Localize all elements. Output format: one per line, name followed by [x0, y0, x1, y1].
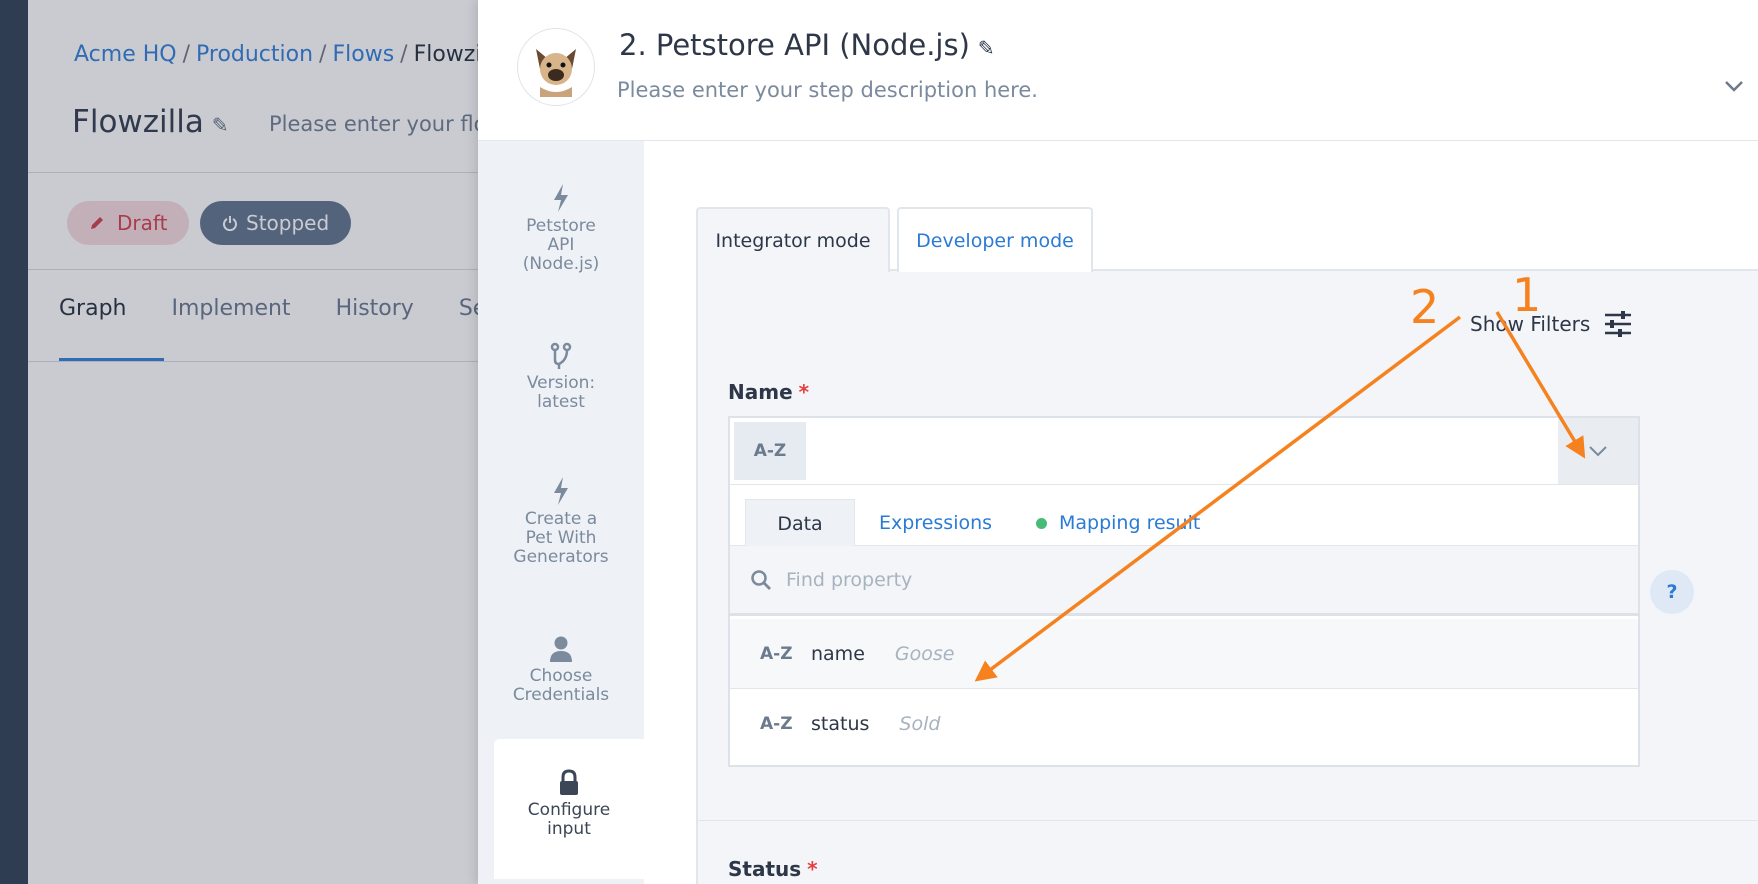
name-field-label: Name *: [728, 380, 810, 404]
divider: [696, 820, 1758, 821]
bolt-icon: [554, 477, 568, 505]
tab-developer-mode[interactable]: Developer mode: [897, 207, 1093, 272]
required-asterisk: *: [798, 380, 810, 404]
chevron-down-icon[interactable]: [1723, 76, 1745, 96]
step-item-create-pet[interactable]: Create a Pet With Generators: [478, 476, 644, 567]
branch-icon: [550, 342, 572, 369]
dog-logo-icon: [536, 49, 576, 97]
step-description[interactable]: Please enter your step description here.: [617, 78, 1038, 102]
edit-pencil-icon[interactable]: ✎: [978, 36, 995, 60]
property-row-status[interactable]: A-Z status Sold: [730, 689, 1638, 759]
tab-expressions[interactable]: Expressions: [879, 499, 992, 547]
step-drawer: 2. Petstore API (Node.js) ✎ Please enter …: [478, 0, 1758, 884]
step-sidebar: Petstore API (Node.js) Version: latest Crea…: [478, 141, 644, 884]
find-property-input[interactable]: [786, 568, 1546, 591]
tab-data[interactable]: Data: [745, 499, 855, 547]
name-value-input[interactable]: [810, 418, 1554, 484]
user-icon: [550, 636, 572, 662]
search-icon: [751, 569, 771, 590]
property-search: [730, 546, 1638, 616]
app-nav-rail: [0, 0, 28, 884]
property-key: status: [811, 713, 870, 735]
mapper-tabs: Data Expressions Mapping result: [730, 484, 1638, 547]
property-type: A-Z: [760, 643, 793, 664]
required-asterisk: *: [807, 857, 818, 881]
step-item-version[interactable]: Version: latest: [478, 342, 644, 412]
show-filters-button[interactable]: Show Filters: [1470, 311, 1632, 337]
show-filters-label: Show Filters: [1470, 312, 1591, 336]
property-sample: Goose: [894, 642, 955, 665]
bolt-icon: [554, 184, 568, 212]
component-avatar: [517, 28, 595, 106]
property-row-name[interactable]: A-Z name Goose: [730, 619, 1638, 689]
chevron-down-icon: [1589, 446, 1607, 457]
property-type: A-Z: [760, 714, 793, 734]
lock-icon: [560, 769, 578, 795]
property-sample: Sold: [899, 713, 941, 735]
step-item-choose-credentials[interactable]: Choose Credentials: [478, 635, 644, 705]
drawer-header: 2. Petstore API (Node.js) ✎ Please enter …: [478, 0, 1758, 141]
step-config-main: Integrator mode Developer mode Show Filt…: [644, 141, 1758, 884]
filter-sliders-icon: [1605, 311, 1632, 337]
mapper-dropdown-toggle[interactable]: [1558, 418, 1638, 484]
name-field-mapper: A-Z Data Expressions Mapping result A-Z …: [728, 416, 1640, 767]
step-item-petstore-api[interactable]: Petstore API (Node.js): [478, 183, 644, 274]
status-dot: [1036, 517, 1047, 529]
string-type-chip: A-Z: [734, 422, 806, 480]
tab-integrator-mode[interactable]: Integrator mode: [696, 207, 890, 272]
help-button[interactable]: ?: [1650, 570, 1694, 614]
tab-mapping-result[interactable]: Mapping result: [1036, 499, 1200, 547]
step-title: 2. Petstore API (Node.js) ✎: [619, 28, 995, 62]
step-title-text: 2. Petstore API (Node.js): [619, 28, 970, 62]
tab-mapping-result-label: Mapping result: [1059, 512, 1201, 534]
property-key: name: [811, 642, 865, 665]
status-field-label: Status *: [728, 857, 818, 881]
step-item-configure-input[interactable]: Configure input: [494, 739, 644, 879]
